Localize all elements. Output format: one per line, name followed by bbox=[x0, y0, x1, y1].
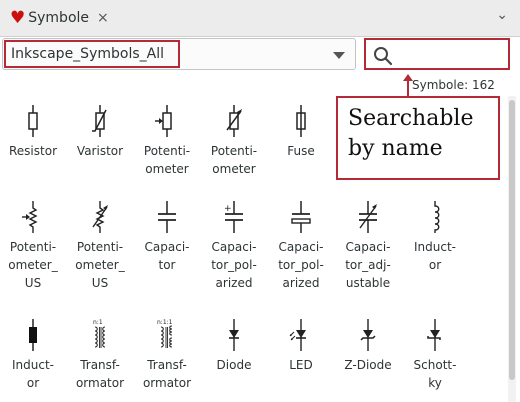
callout-box: Searchable by name bbox=[336, 96, 500, 180]
capacitor-polarized-alt-icon bbox=[291, 201, 311, 233]
scrollbar-thumb[interactable] bbox=[509, 100, 515, 380]
symbol-item[interactable]: Potenti-ometer bbox=[134, 104, 200, 178]
potentiometer-variable-icon bbox=[226, 105, 242, 137]
symbol-item[interactable]: Resistor bbox=[0, 104, 66, 160]
symbol-count: Symbole: 162 bbox=[412, 78, 495, 92]
heart-icon: ♥ bbox=[10, 7, 26, 28]
dropdown-arrow-icon bbox=[333, 52, 345, 59]
symbol-label: Potenti-ometer_ US bbox=[75, 240, 125, 290]
inductor-icon bbox=[434, 201, 440, 233]
symbol-item[interactable]: Potenti-ometer_ US bbox=[67, 200, 133, 292]
callout-line-1: Searchable bbox=[348, 106, 474, 131]
symbol-label: Capaci-tor_pol-arized bbox=[278, 240, 324, 290]
symbol-item[interactable]: Potenti-ometer bbox=[201, 104, 267, 178]
symbol-label: Resistor bbox=[9, 144, 57, 158]
symbol-item[interactable]: n:1:1 Transf-ormator bbox=[134, 318, 200, 392]
scrollbar[interactable] bbox=[508, 96, 516, 402]
symbol-label: LED bbox=[289, 358, 313, 372]
inductor-core-icon bbox=[29, 319, 37, 351]
symbol-item[interactable]: Induct-or bbox=[402, 200, 468, 274]
tab-title: Symbole bbox=[28, 10, 90, 26]
symbol-item[interactable]: Schott-ky bbox=[402, 318, 468, 392]
resistor-icon bbox=[28, 105, 38, 137]
symbol-label: Schott-ky bbox=[413, 358, 457, 390]
potentiometer-us-icon bbox=[22, 201, 38, 233]
symbol-label: Capaci-tor bbox=[144, 240, 190, 272]
symbol-label: Potenti-ometer_ US bbox=[8, 240, 58, 290]
symbol-item[interactable]: Varistor bbox=[67, 104, 133, 160]
symbol-label: Induct-or bbox=[414, 240, 456, 272]
capacitor-icon bbox=[158, 201, 176, 233]
zener-diode-icon bbox=[360, 319, 376, 351]
potentiometer-us-variable-icon bbox=[92, 201, 108, 233]
search-icon bbox=[374, 47, 393, 66]
close-icon[interactable]: × bbox=[97, 10, 109, 26]
symbol-label: Capaci-tor_adj-ustable bbox=[345, 240, 391, 290]
symbol-label: Induct-or bbox=[12, 358, 54, 390]
chevron-down-icon[interactable]: ⌄ bbox=[496, 7, 508, 23]
tab-symbols[interactable]: ♥ Symbole × bbox=[2, 2, 122, 34]
callout-line-2: by name bbox=[348, 136, 443, 161]
symbol-item[interactable]: Capaci-tor_pol-arized bbox=[268, 200, 334, 292]
search-input[interactable] bbox=[364, 38, 510, 70]
symbol-item[interactable]: LED bbox=[268, 318, 334, 374]
svg-text:n:1: n:1 bbox=[93, 319, 103, 326]
symbol-label: Transf-ormator bbox=[142, 358, 192, 390]
symbol-label: Capaci-tor_pol-arized bbox=[211, 240, 257, 290]
potentiometer-icon bbox=[155, 105, 172, 137]
highlight-box bbox=[4, 40, 180, 68]
symbol-item[interactable]: Capaci-tor_adj-ustable bbox=[335, 200, 401, 292]
symbol-item[interactable]: + Capaci-tor_pol-arized bbox=[201, 200, 267, 292]
varistor-icon bbox=[92, 105, 107, 137]
svg-text:+: + bbox=[224, 204, 232, 214]
symbol-label: Fuse bbox=[287, 144, 315, 158]
transformer-icon: n:1 bbox=[93, 319, 106, 348]
symbol-label: Transf-ormator bbox=[75, 358, 125, 390]
schottky-diode-icon bbox=[427, 319, 441, 351]
fuse-icon bbox=[296, 105, 306, 137]
diode-icon bbox=[229, 319, 239, 351]
capacitor-adjustable-icon bbox=[359, 201, 377, 233]
symbol-item[interactable]: Induct-or bbox=[0, 318, 66, 392]
symbol-item[interactable]: n:1 Transf-ormator bbox=[67, 318, 133, 392]
symbol-label: Potenti-ometer bbox=[210, 144, 258, 176]
capacitor-polarized-icon: + bbox=[224, 201, 243, 233]
svg-text:n:1:1: n:1:1 bbox=[157, 319, 173, 326]
symbol-item[interactable]: Z-Diode bbox=[335, 318, 401, 374]
symbol-label: Varistor bbox=[76, 144, 124, 158]
symbol-label: Z-Diode bbox=[344, 358, 392, 372]
symbol-item[interactable]: Capaci-tor bbox=[134, 200, 200, 274]
symbol-label: Potenti-ometer bbox=[143, 144, 191, 176]
symbol-item[interactable]: Diode bbox=[201, 318, 267, 374]
led-icon bbox=[289, 319, 306, 351]
symbol-item[interactable]: Potenti-ometer_ US bbox=[0, 200, 66, 292]
symbol-item[interactable]: Fuse bbox=[268, 104, 334, 160]
panel-tab-bar: ♥ Symbole × ⌄ bbox=[0, 0, 520, 37]
symbol-label: Diode bbox=[216, 358, 252, 372]
transformer-alt-icon: n:1:1 bbox=[157, 319, 173, 348]
